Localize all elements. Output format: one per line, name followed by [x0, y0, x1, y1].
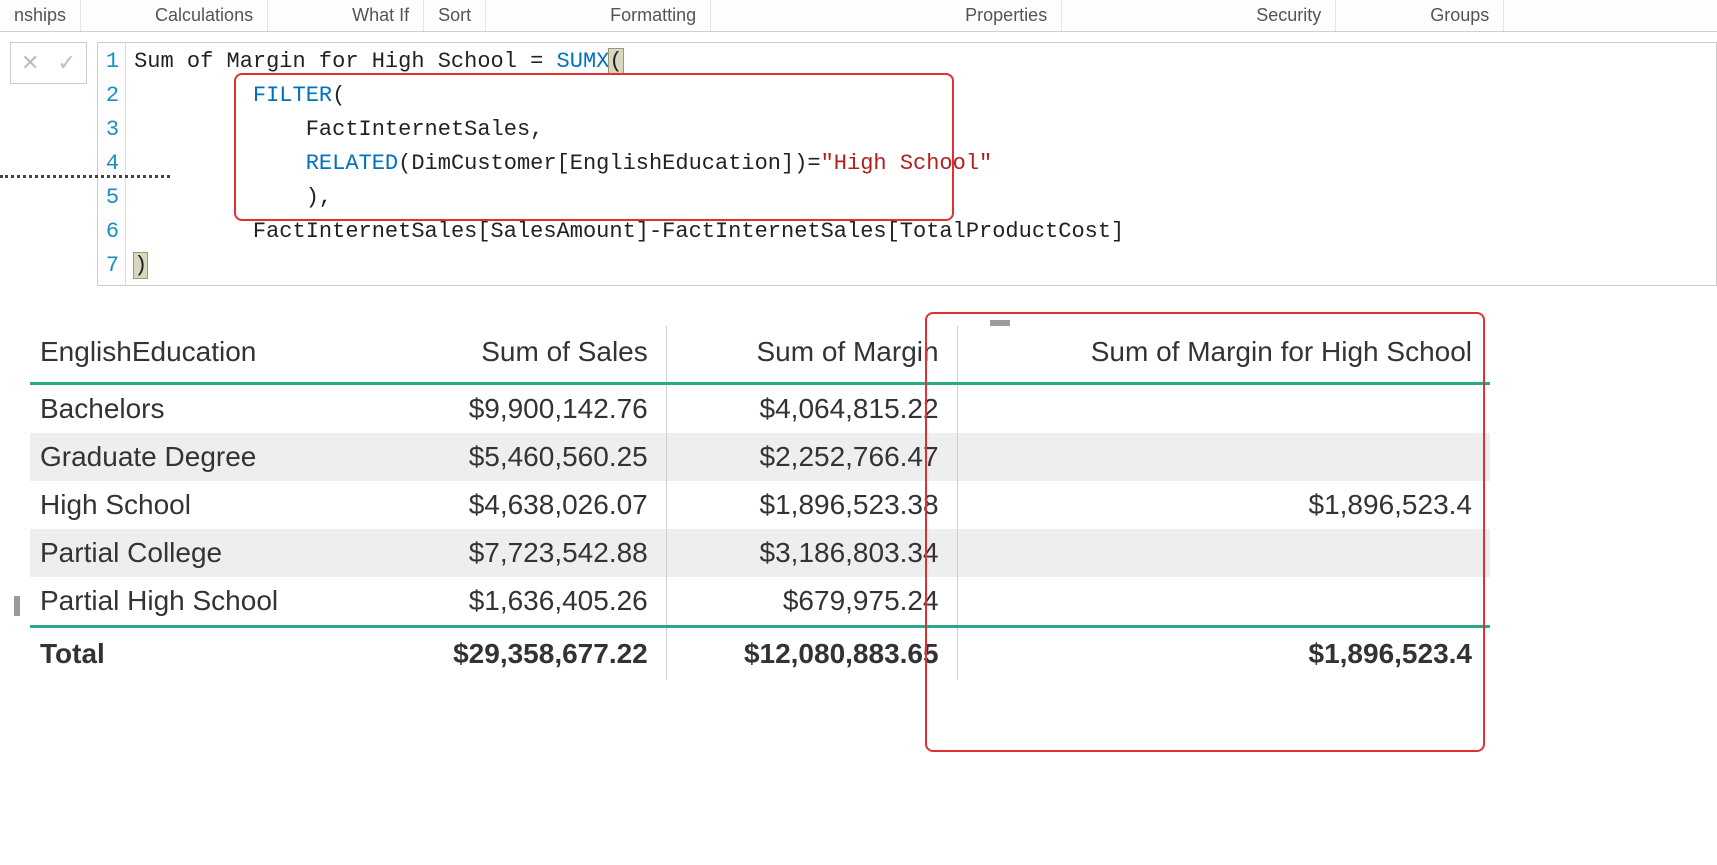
- cancel-icon[interactable]: ✕: [21, 50, 39, 76]
- row-label: Bachelors: [30, 384, 376, 434]
- total-value: $12,080,883.65: [666, 627, 957, 681]
- code-line[interactable]: FILTER(: [134, 79, 1124, 113]
- data-table[interactable]: EnglishEducation Sum of Sales Sum of Mar…: [30, 326, 1490, 680]
- table-visual[interactable]: EnglishEducation Sum of Sales Sum of Mar…: [30, 326, 1490, 680]
- table-row[interactable]: Partial High School $1,636,405.26 $679,9…: [30, 577, 1490, 627]
- line-number: 1: [106, 45, 119, 79]
- ribbon-tab-formatting[interactable]: Formatting: [596, 0, 711, 31]
- ribbon: nships Calculations What If Sort Formatt…: [0, 0, 1717, 32]
- code-line[interactable]: FactInternetSales[SalesAmount]-FactInter…: [134, 215, 1124, 249]
- formula-action-buttons: ✕ ✓: [10, 42, 87, 84]
- column-header[interactable]: Sum of Margin: [666, 326, 957, 384]
- code-function: SUMX: [557, 49, 610, 74]
- code-area[interactable]: Sum of Margin for High School = SUMX( FI…: [126, 43, 1132, 285]
- code-function: RELATED: [306, 151, 398, 176]
- line-number: 6: [106, 215, 119, 249]
- ribbon-tab-relationships[interactable]: nships: [0, 0, 81, 31]
- ribbon-tab-sort[interactable]: Sort: [424, 0, 486, 31]
- ribbon-spacer: [711, 0, 951, 31]
- formula-editor[interactable]: 1 2 3 4 5 6 7 Sum of Margin for High Sch…: [97, 42, 1717, 286]
- cell-value: [957, 577, 1490, 627]
- code-text: FactInternetSales,: [306, 117, 544, 142]
- cell-value: $679,975.24: [666, 577, 957, 627]
- cell-value: [957, 529, 1490, 577]
- total-value: $29,358,677.22: [376, 627, 666, 681]
- line-number: 7: [106, 249, 119, 283]
- line-number: 3: [106, 113, 119, 147]
- code-line[interactable]: RELATED(DimCustomer[EnglishEducation])="…: [134, 147, 1124, 181]
- row-label: Partial College: [30, 529, 376, 577]
- table-body: Bachelors $9,900,142.76 $4,064,815.22 Gr…: [30, 384, 1490, 627]
- resize-handle[interactable]: [990, 320, 1010, 326]
- code-text: Sum of Margin for High School =: [134, 49, 556, 74]
- ribbon-spacer: [81, 0, 141, 31]
- column-header[interactable]: Sum of Margin for High School: [957, 326, 1490, 384]
- table-row[interactable]: Partial College $7,723,542.88 $3,186,803…: [30, 529, 1490, 577]
- column-header[interactable]: EnglishEducation: [30, 326, 376, 384]
- resize-handle[interactable]: [14, 596, 20, 616]
- ribbon-spacer: [268, 0, 338, 31]
- ribbon-tab-security[interactable]: Security: [1242, 0, 1336, 31]
- cell-value: $1,636,405.26: [376, 577, 666, 627]
- row-label: Partial High School: [30, 577, 376, 627]
- bracket-highlight: ): [134, 253, 147, 278]
- cell-value: $3,186,803.34: [666, 529, 957, 577]
- code-text: ),: [306, 185, 332, 210]
- table-total-row: Total $29,358,677.22 $12,080,883.65 $1,8…: [30, 627, 1490, 681]
- total-label: Total: [30, 627, 376, 681]
- code-string: "High School": [821, 151, 993, 176]
- code-line[interactable]: ),: [134, 181, 1124, 215]
- line-number: 5: [106, 181, 119, 215]
- cell-value: $1,896,523.38: [666, 481, 957, 529]
- code-line[interactable]: ): [134, 249, 1124, 283]
- code-function: FILTER: [253, 83, 332, 108]
- cell-value: $4,638,026.07: [376, 481, 666, 529]
- code-line[interactable]: Sum of Margin for High School = SUMX(: [134, 45, 1124, 79]
- code-text: (DimCustomer[EnglishEducation])=: [398, 151, 820, 176]
- code-line[interactable]: FactInternetSales,: [134, 113, 1124, 147]
- cell-value: $7,723,542.88: [376, 529, 666, 577]
- line-number: 2: [106, 79, 119, 113]
- table-row[interactable]: Graduate Degree $5,460,560.25 $2,252,766…: [30, 433, 1490, 481]
- ribbon-spacer: [486, 0, 596, 31]
- bracket-highlight: (: [609, 49, 622, 74]
- code-text: (: [332, 83, 345, 108]
- cell-value: $4,064,815.22: [666, 384, 957, 434]
- line-gutter: 1 2 3 4 5 6 7: [98, 43, 126, 285]
- ribbon-spacer: [1062, 0, 1242, 31]
- total-value: $1,896,523.4: [957, 627, 1490, 681]
- row-label: Graduate Degree: [30, 433, 376, 481]
- ribbon-tab-whatif[interactable]: What If: [338, 0, 424, 31]
- code-text: FactInternetSales[SalesAmount]-FactInter…: [253, 219, 1124, 244]
- table-row[interactable]: Bachelors $9,900,142.76 $4,064,815.22: [30, 384, 1490, 434]
- cell-value: $5,460,560.25: [376, 433, 666, 481]
- connector-line: [0, 175, 170, 178]
- cell-value: $1,896,523.4: [957, 481, 1490, 529]
- cell-value: $9,900,142.76: [376, 384, 666, 434]
- table-header-row: EnglishEducation Sum of Sales Sum of Mar…: [30, 326, 1490, 384]
- column-header[interactable]: Sum of Sales: [376, 326, 666, 384]
- table-row[interactable]: High School $4,638,026.07 $1,896,523.38 …: [30, 481, 1490, 529]
- cell-value: [957, 384, 1490, 434]
- ribbon-spacer: [1336, 0, 1416, 31]
- cell-value: [957, 433, 1490, 481]
- formula-bar: ✕ ✓ 1 2 3 4 5 6 7 Sum of Margin for High…: [0, 32, 1717, 286]
- ribbon-tab-calculations[interactable]: Calculations: [141, 0, 268, 31]
- cell-value: $2,252,766.47: [666, 433, 957, 481]
- ribbon-tab-properties[interactable]: Properties: [951, 0, 1062, 31]
- ribbon-tab-groups[interactable]: Groups: [1416, 0, 1504, 31]
- commit-icon[interactable]: ✓: [57, 50, 75, 76]
- row-label: High School: [30, 481, 376, 529]
